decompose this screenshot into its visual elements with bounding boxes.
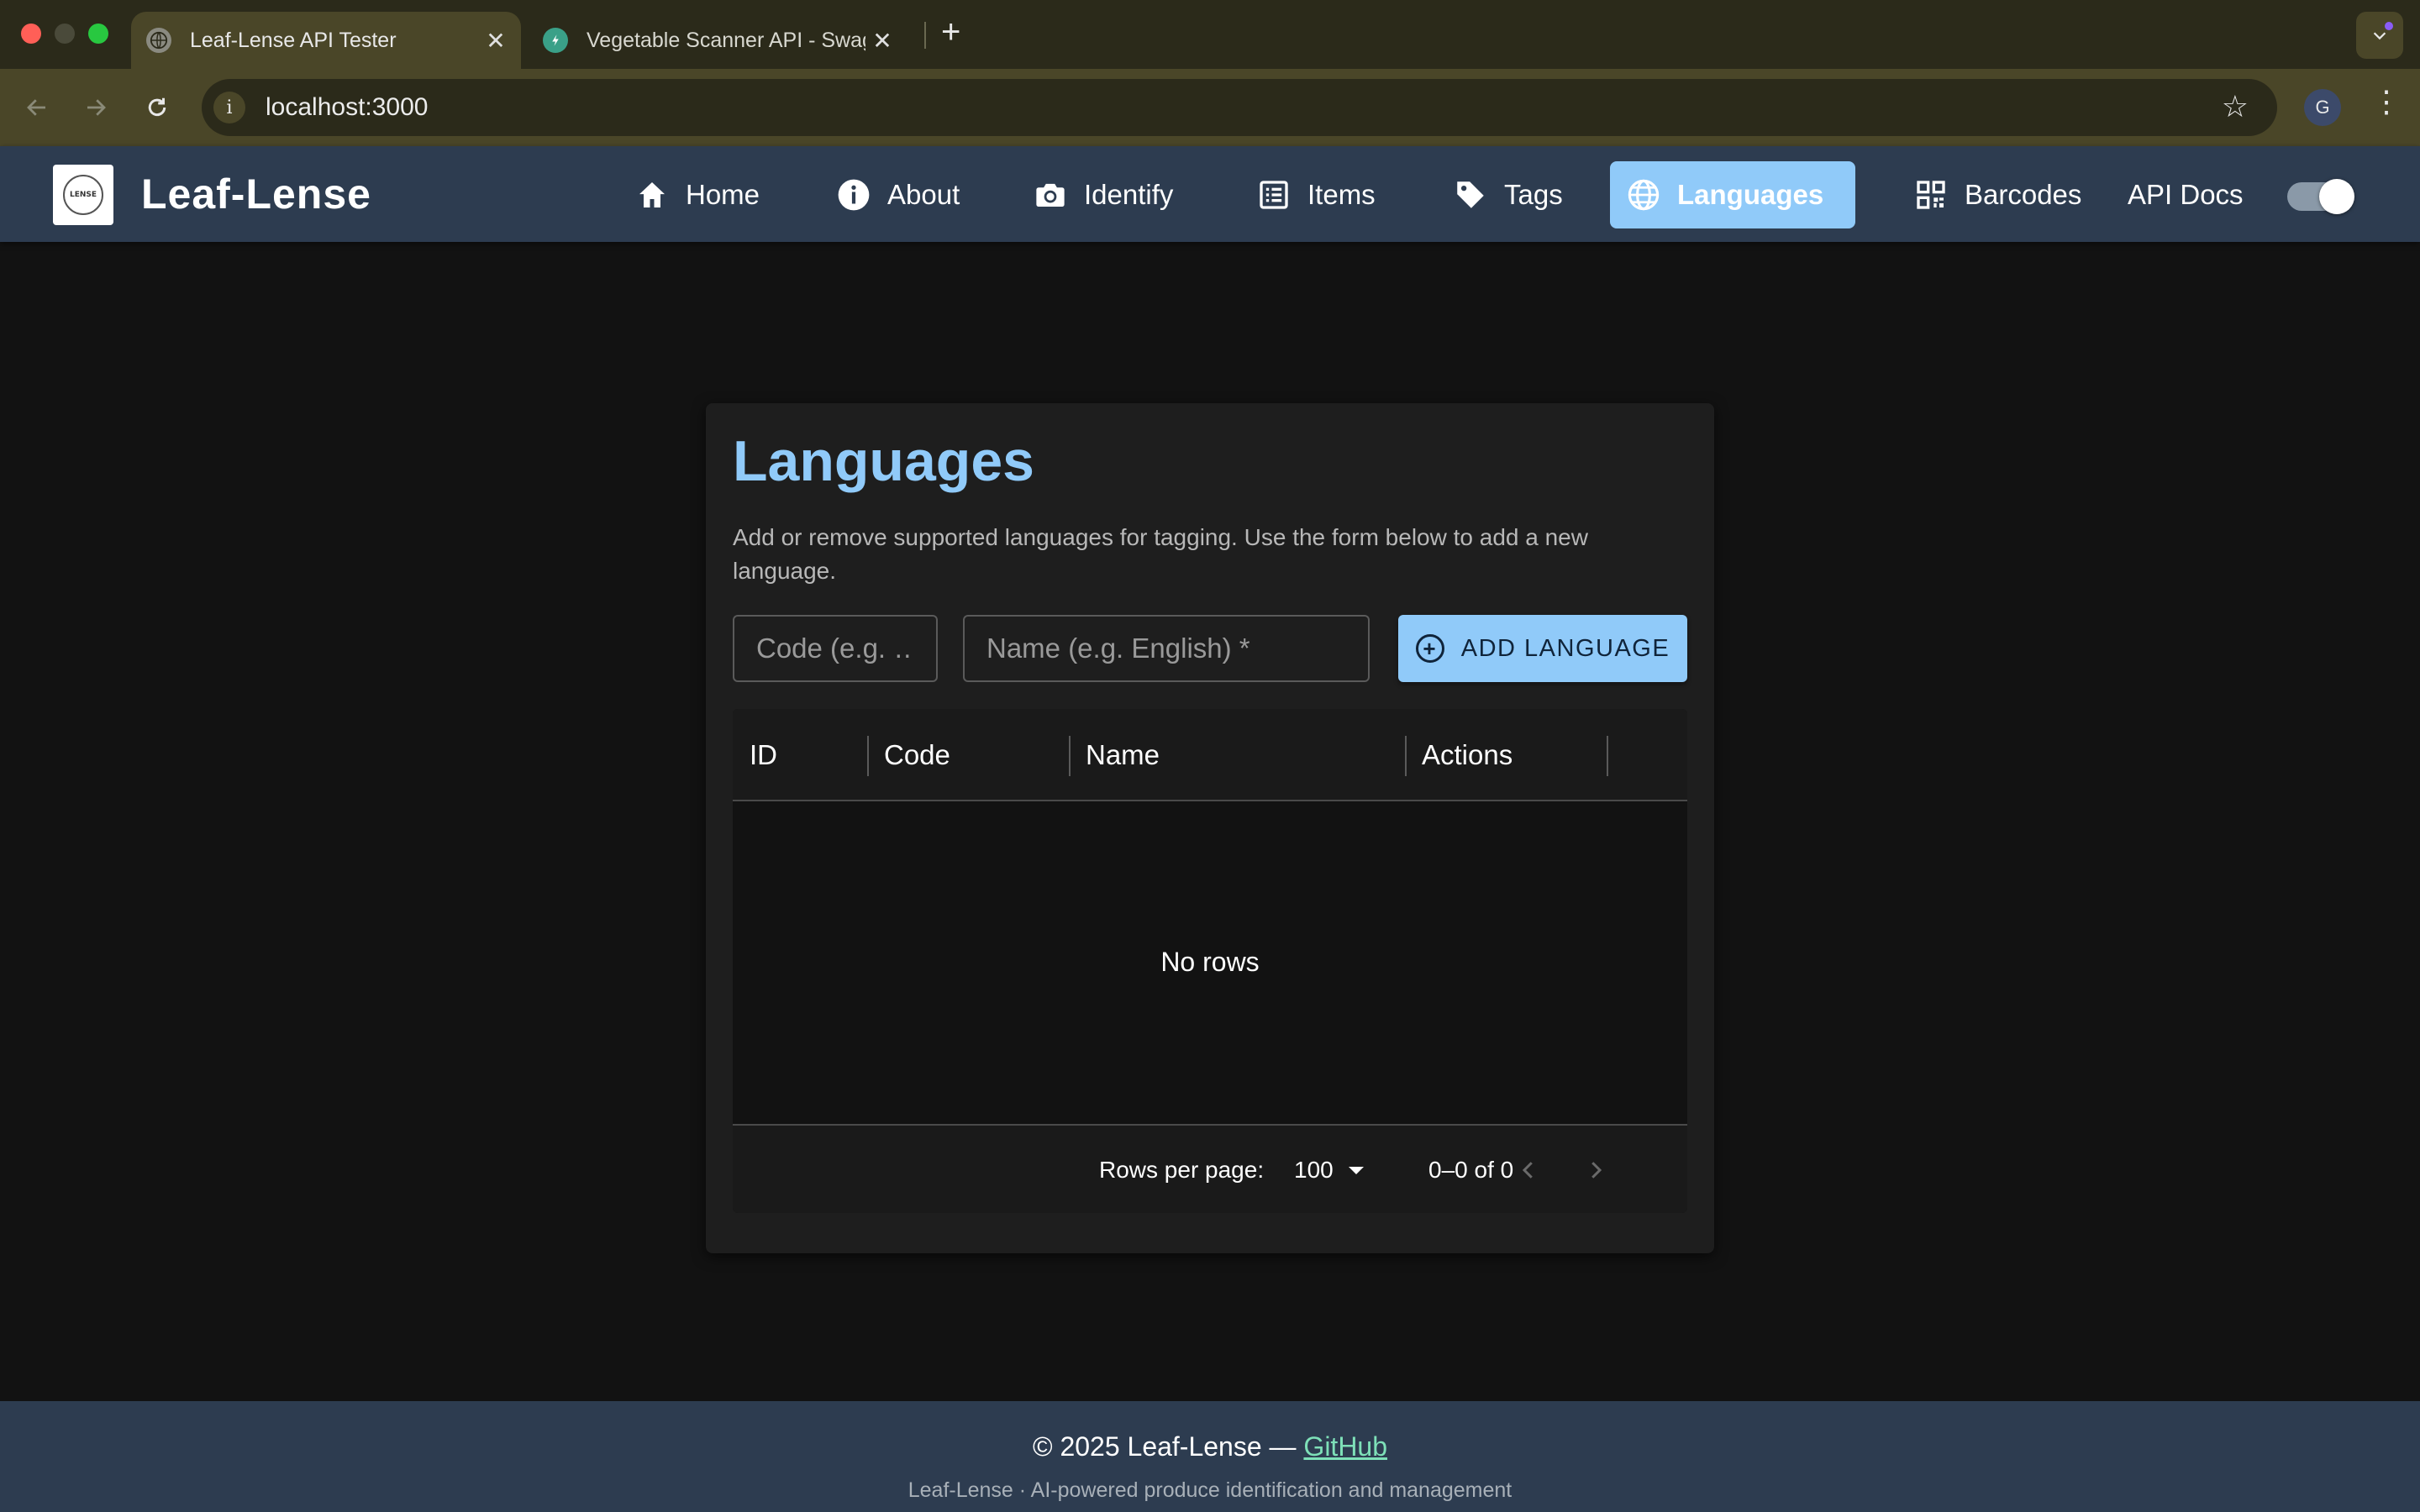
tab-title: Leaf-Lense API Tester [190,28,397,52]
add-language-button[interactable]: + ADD LANGUAGE [1398,615,1687,682]
tab-search-button[interactable] [2356,12,2403,59]
app-logo[interactable]: LENSE [53,165,113,225]
nav-label: Tags [1504,179,1563,210]
table-pagination: Rows per page: 100 0–0 of 0 [733,1124,1687,1213]
globe-icon [1625,176,1662,213]
nav-home[interactable]: Home [618,161,775,228]
toggle-knob [2319,179,2354,214]
info-icon [835,176,872,213]
page-title: Languages [733,429,1034,493]
back-button[interactable] [17,87,57,128]
nav-barcodes[interactable]: Barcodes [1897,161,2096,228]
code-input[interactable] [733,615,938,682]
tag-icon [1452,176,1489,213]
arrow-right-icon [87,99,106,116]
column-header-id[interactable]: ID [750,709,777,801]
footer-tagline: Leaf-Lense · AI-powered produce identifi… [908,1478,1512,1502]
nav-items[interactable]: Items [1240,161,1391,228]
column-header-code[interactable]: Code [884,709,950,801]
nav-identify[interactable]: Identify [1017,161,1188,228]
nav-languages[interactable]: Languages [1610,161,1855,228]
swagger-icon [543,28,568,53]
close-window-button[interactable] [21,24,41,44]
column-header-actions[interactable]: Actions [1422,709,1512,801]
site-info-icon[interactable]: i [213,92,245,123]
footer-copyright: © 2025 Leaf-Lense — GitHub [0,1431,2420,1462]
close-icon[interactable]: ✕ [479,27,513,55]
nav-label: Languages [1677,179,1824,210]
nav-about[interactable]: About [820,161,975,228]
caret-down-icon [1348,1166,1364,1174]
globe-icon [146,28,171,53]
close-icon[interactable]: ✕ [865,27,899,55]
maximize-window-button[interactable] [88,24,108,44]
add-circle-icon: + [1415,634,1444,663]
empty-state: No rows [1160,946,1260,977]
column-separator[interactable] [867,736,869,776]
home-icon [634,176,671,213]
profile-avatar[interactable]: G [2304,89,2341,126]
nav-tags[interactable]: Tags [1437,161,1578,228]
previous-page-button[interactable] [1516,1126,1541,1213]
tab-title: Vegetable Scanner API - Swagger UI [587,28,865,52]
column-separator[interactable] [1405,736,1407,776]
nav-label: Identify [1084,179,1174,210]
nav-api-docs[interactable]: API Docs [2112,161,2259,228]
nav-label: About [887,179,960,210]
nav-label: Home [686,179,760,210]
browser-tab-active[interactable]: Leaf-Lense API Tester ✕ [131,12,521,69]
copyright-text: © 2025 Leaf-Lense — [1032,1431,1304,1462]
rows-per-page-value: 100 [1294,1157,1334,1183]
app-brand-title[interactable]: Leaf-Lense [141,170,371,218]
new-tab-button[interactable]: + [941,13,960,51]
column-header-name[interactable]: Name [1086,709,1160,801]
column-separator[interactable] [1607,736,1608,776]
languages-card: Languages Add or remove supported langua… [706,403,1714,1253]
browser-menu-icon[interactable]: ⋮ [2371,84,2402,119]
browser-toolbar: i localhost:3000 ☆ G ⋮ [0,69,2420,146]
nav-label: API Docs [2128,179,2244,210]
bookmark-star-icon[interactable]: ☆ [2222,89,2249,124]
list-icon [1255,176,1292,213]
pagination-range: 0–0 of 0 [1428,1157,1514,1183]
browser-tab-bar: Leaf-Lense API Tester ✕ Vegetable Scanne… [0,0,2420,69]
reload-button[interactable] [137,87,177,128]
notification-dot [2385,22,2393,30]
arrow-left-icon [27,99,45,116]
browser-tab[interactable]: Vegetable Scanner API - Swagger UI ✕ [529,12,908,69]
add-language-label: ADD LANGUAGE [1460,634,1670,662]
minimize-window-button[interactable] [55,24,75,44]
address-bar[interactable]: i localhost:3000 ☆ [202,79,2277,136]
url-text: localhost:3000 [266,93,429,121]
theme-toggle[interactable] [2287,179,2354,214]
github-link[interactable]: GitHub [1303,1431,1387,1462]
languages-table: ID Code Name Actions No rows Rows per pa… [733,709,1687,1213]
rows-per-page-label: Rows per page: [1099,1157,1265,1183]
tab-separator [924,22,926,49]
name-input[interactable] [963,615,1370,682]
chevron-left-icon [1522,1162,1533,1179]
forward-button[interactable] [76,87,116,128]
rows-per-page-select[interactable]: 100 [1294,1126,1364,1213]
app-footer: © 2025 Leaf-Lense — GitHub Leaf-Lense · … [0,1401,2420,1512]
app-bar: LENSE Leaf-Lense Home About Identify Ite… [0,146,2420,242]
nav-label: Barcodes [1965,179,2082,210]
reload-icon [148,97,166,117]
page-description: Add or remove supported languages for ta… [733,524,1588,584]
qr-code-icon [1912,176,1949,213]
logo-mark: LENSE [63,175,103,215]
chevron-right-icon [1591,1162,1602,1179]
table-header: ID Code Name Actions [733,709,1687,801]
column-separator[interactable] [1069,736,1071,776]
camera-icon [1032,176,1069,213]
next-page-button[interactable] [1583,1126,1608,1213]
nav-label: Items [1307,179,1376,210]
